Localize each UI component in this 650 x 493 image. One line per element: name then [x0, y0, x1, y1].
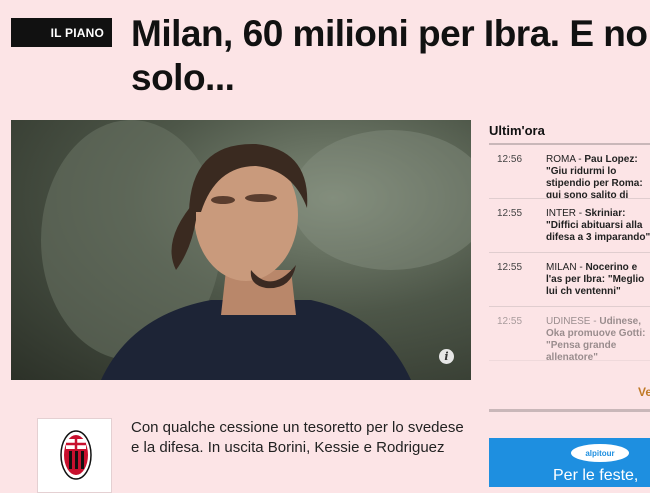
news-team: UDINESE	[546, 316, 591, 327]
news-item[interactable]: 12:56 ROMA - Pau Lopez: "Giu ridurmi lo …	[489, 145, 650, 199]
news-time: 12:55	[497, 316, 523, 327]
view-all-link[interactable]: Ve	[638, 385, 650, 399]
headline-line-2: solo...	[131, 57, 235, 98]
headline-line-1: Milan, 60 milioni per Ibra. E non	[131, 13, 650, 54]
ad-text: Per le feste,	[553, 467, 639, 484]
divider	[489, 409, 650, 412]
news-item[interactable]: 12:55 MILAN - Nocerino e l'as per Ibra: …	[489, 253, 650, 307]
article-summary: Con qualche cessione un tesoretto per lo…	[131, 419, 464, 456]
news-text: INTER - Skriniar: "Diffici abituarsi all…	[546, 208, 650, 243]
news-text: MILAN - Nocerino e l'as per Ibra: "Megli…	[546, 262, 645, 297]
news-item[interactable]: 12:55 UDINESE - Udinese, Oka promuove Go…	[489, 307, 650, 361]
news-team: INTER	[546, 208, 576, 219]
team-logo-box[interactable]	[37, 418, 112, 493]
news-team: ROMA	[546, 154, 576, 165]
info-icon[interactable]: i	[439, 349, 454, 364]
article-headline: Milan, 60 milioni per Ibra. E non solo..…	[131, 12, 650, 100]
ad-brand-logo: alpitour	[571, 444, 629, 462]
news-time: 12:56	[497, 154, 523, 165]
latest-news-list: 12:56 ROMA - Pau Lopez: "Giu ridurmi lo …	[489, 145, 650, 361]
advertisement-banner[interactable]: alpitour Per le feste,	[489, 438, 650, 487]
news-time: 12:55	[497, 208, 523, 219]
news-time: 12:55	[497, 262, 523, 273]
latest-news-title: Ultim'ora	[489, 123, 545, 138]
news-text: ROMA - Pau Lopez: "Giu ridurmi lo stipen…	[546, 154, 650, 198]
news-team: MILAN	[546, 262, 577, 273]
news-text: UDINESE - Udinese, Oka promuove Gotti: "…	[546, 316, 646, 361]
hero-photo[interactable]: i	[11, 120, 471, 380]
section-tag[interactable]: IL PIANO	[11, 18, 112, 47]
player-portrait-illustration	[41, 120, 471, 380]
ac-milan-crest-icon	[60, 430, 92, 480]
news-item[interactable]: 12:55 INTER - Skriniar: "Diffici abituar…	[489, 199, 650, 253]
